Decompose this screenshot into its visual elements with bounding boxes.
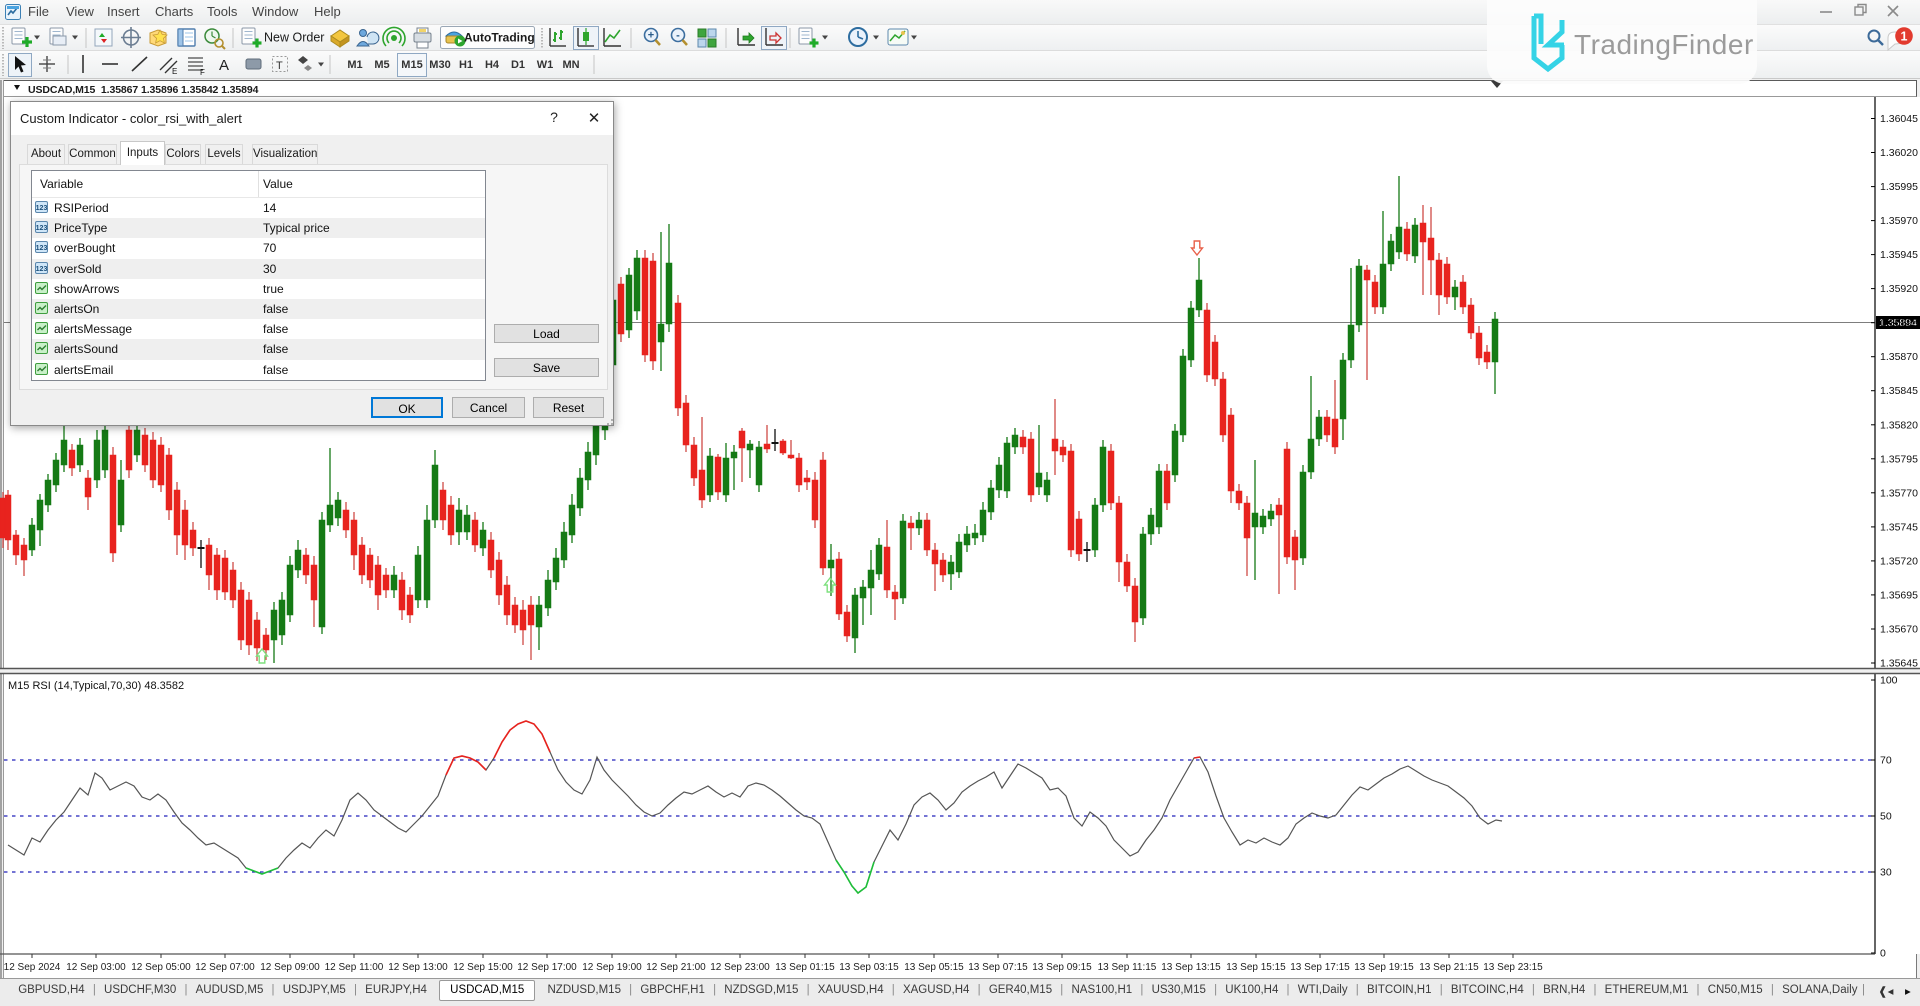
svg-text:70: 70 [1880, 755, 1892, 767]
svg-text:13 Sep 15:15: 13 Sep 15:15 [1226, 962, 1286, 973]
svg-text:1.35695: 1.35695 [1880, 589, 1918, 601]
svg-text:1.36020: 1.36020 [1880, 147, 1918, 159]
svg-text:50: 50 [1880, 811, 1892, 823]
svg-text:12 Sep 09:00: 12 Sep 09:00 [260, 962, 320, 973]
svg-text:13 Sep 13:15: 13 Sep 13:15 [1161, 962, 1221, 973]
svg-text:13 Sep 23:15: 13 Sep 23:15 [1483, 962, 1543, 973]
svg-text:13 Sep 05:15: 13 Sep 05:15 [904, 962, 964, 973]
svg-text:1.35995: 1.35995 [1880, 181, 1918, 193]
svg-text:100: 100 [1880, 675, 1898, 687]
svg-text:12 Sep 21:00: 12 Sep 21:00 [646, 962, 706, 973]
svg-text:13 Sep 09:15: 13 Sep 09:15 [1032, 962, 1092, 973]
svg-text:12 Sep 11:00: 12 Sep 11:00 [325, 962, 384, 973]
svg-text:13 Sep 01:15: 13 Sep 01:15 [775, 962, 835, 973]
svg-text:1.35945: 1.35945 [1880, 249, 1918, 261]
svg-text:12 Sep 07:00: 12 Sep 07:00 [195, 962, 255, 973]
svg-text:12 Sep 23:00: 12 Sep 23:00 [710, 962, 770, 973]
svg-text:30: 30 [1880, 867, 1892, 879]
svg-text:1.35845: 1.35845 [1880, 385, 1918, 397]
svg-text:1.35870: 1.35870 [1880, 351, 1918, 363]
svg-text:13 Sep 19:15: 13 Sep 19:15 [1354, 962, 1414, 973]
svg-text:13 Sep 11:15: 13 Sep 11:15 [1098, 962, 1157, 973]
svg-text:1.35970: 1.35970 [1880, 215, 1918, 227]
svg-text:M15 RSI (14,Typical,70,30) 48.: M15 RSI (14,Typical,70,30) 48.3582 [8, 680, 184, 692]
svg-text:TradingFinder: TradingFinder [1574, 29, 1754, 60]
svg-text:0: 0 [1880, 948, 1886, 960]
svg-text:12 Sep 03:00: 12 Sep 03:00 [66, 962, 126, 973]
svg-text:1.35820: 1.35820 [1880, 419, 1918, 431]
svg-text:123: 123 [36, 245, 48, 252]
svg-text:123: 123 [36, 266, 48, 273]
svg-text:12 Sep 17:00: 12 Sep 17:00 [517, 962, 577, 973]
svg-text:1.36045: 1.36045 [1880, 113, 1918, 125]
svg-text:13 Sep 07:15: 13 Sep 07:15 [968, 962, 1028, 973]
svg-text:1.35920: 1.35920 [1880, 283, 1918, 295]
svg-text:1.35770: 1.35770 [1880, 487, 1918, 499]
svg-text:1.35670: 1.35670 [1880, 624, 1918, 636]
svg-text:1.35795: 1.35795 [1880, 453, 1918, 465]
svg-text:13 Sep 17:15: 13 Sep 17:15 [1290, 962, 1350, 973]
svg-text:13 Sep 03:15: 13 Sep 03:15 [839, 962, 899, 973]
svg-text:1.35720: 1.35720 [1880, 555, 1918, 567]
svg-text:12 Sep 05:00: 12 Sep 05:00 [131, 962, 191, 973]
svg-text:12 Sep 15:00: 12 Sep 15:00 [453, 962, 513, 973]
svg-text:123: 123 [36, 225, 48, 232]
svg-text:12 Sep 19:00: 12 Sep 19:00 [582, 962, 642, 973]
svg-text:12 Sep 2024: 12 Sep 2024 [4, 962, 61, 973]
svg-text:1.35895: 1.35895 [1880, 317, 1918, 329]
svg-text:1.35645: 1.35645 [1880, 658, 1918, 670]
svg-text:123: 123 [36, 205, 48, 212]
svg-text:13 Sep 21:15: 13 Sep 21:15 [1419, 962, 1479, 973]
svg-text:1.35745: 1.35745 [1880, 521, 1918, 533]
svg-text:12 Sep 13:00: 12 Sep 13:00 [388, 962, 448, 973]
